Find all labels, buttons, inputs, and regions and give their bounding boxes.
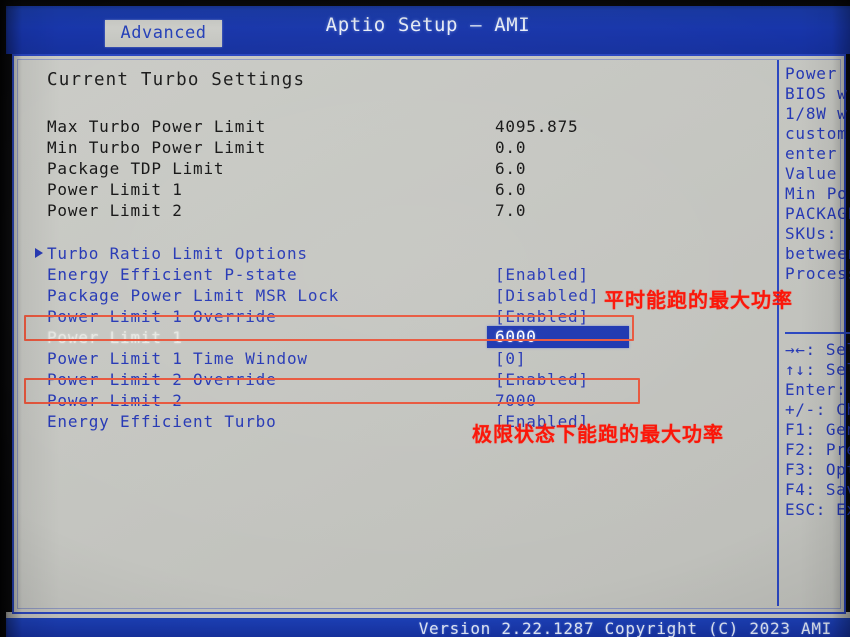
info-row-package-tdp-limit: Package TDP Limit 6.0 [34,159,774,180]
section-title: Current Turbo Settings [47,70,306,90]
submenu-arrow-icon [35,248,43,258]
info-value: 7.0 [495,201,527,220]
option-row-turbo-ratio-limit-options[interactable]: Turbo Ratio Limit Options [34,244,774,265]
help-line: Process [785,264,850,283]
info-row-min-turbo-power-limit: Min Turbo Power Limit 0.0 [34,138,774,159]
info-row-power-limit-1: Power Limit 1 6.0 [34,180,774,201]
info-value: 6.0 [495,180,527,199]
help-line: Value [785,164,838,183]
info-label: Power Limit 1 [47,180,183,199]
annotation-text-power-limit-1: 平时能跑的最大功率 [604,288,793,312]
help-panel: Power BIOS w 1/8W w custom enter Value M… [785,64,850,284]
key-hint-change-opt: +/-: Ch [785,400,850,419]
key-hints-panel: →←: Sel ↑↓: Sel Enter: +/-: Ch F1: Gen F… [785,340,850,520]
key-hint-f4-save-exit: F4: Sav [785,480,850,499]
help-line: custom [785,124,848,143]
info-label: Max Turbo Power Limit [47,117,267,136]
key-hint-f1-general-help: F1: Gen [785,420,850,439]
key-hint-f3-optimized-defaults: F3: Opt [785,460,850,479]
help-line: 1/8W w [785,104,848,123]
option-label: Power Limit 1 Time Window [47,349,308,368]
option-label: Turbo Ratio Limit Options [47,244,308,263]
annotation-box-power-limit-2 [24,378,640,404]
footer-bar: Version 2.22.1287 Copyright (C) 2023 AMI [6,618,850,637]
option-value: [Enabled] [495,265,589,284]
help-line: Power [785,64,838,83]
help-panel-divider [777,60,779,606]
info-value: 6.0 [495,159,527,178]
option-label: Energy Efficient Turbo [47,412,277,431]
help-line: between [785,244,850,263]
tab-advanced[interactable]: Advanced [105,20,222,47]
info-value: 4095.875 [495,117,579,136]
key-hint-f2-previous-values: F2: Pre [785,440,850,459]
bios-screen-photo: Aptio Setup – AMI Advanced Current Turbo… [0,0,850,637]
annotation-box-power-limit-1 [24,315,634,341]
help-line: enter [785,144,838,163]
info-row-power-limit-2: Power Limit 2 7.0 [34,201,774,222]
help-line: SKUs: [785,224,838,243]
info-label: Min Turbo Power Limit [47,138,267,157]
option-label: Energy Efficient P-state [47,265,298,284]
help-key-separator [785,332,850,334]
info-label: Power Limit 2 [47,201,183,220]
info-value: 0.0 [495,138,527,157]
option-row-energy-efficient-p-state[interactable]: Energy Efficient P-state [Enabled] [34,265,774,286]
help-line: PACKAGE [785,204,850,223]
help-line: Min Po [785,184,848,203]
key-hint-enter-select: Enter: [785,380,847,399]
info-label: Package TDP Limit [47,159,225,178]
version-text: Version 2.22.1287 Copyright (C) 2023 AMI [418,619,832,637]
option-value: [0] [495,349,527,368]
key-hint-select-screen: →←: Sel [785,340,850,359]
help-line: BIOS w [785,84,848,103]
key-hint-select-item: ↑↓: Sel [785,360,850,379]
annotation-text-power-limit-2: 极限状态下能跑的最大功率 [472,422,724,446]
option-value: [Disabled] [495,286,600,305]
option-row-power-limit-1-time-window[interactable]: Power Limit 1 Time Window [0] [34,349,774,370]
info-row-max-turbo-power-limit: Max Turbo Power Limit 4095.875 [34,117,774,138]
option-label: Package Power Limit MSR Lock [47,286,340,305]
key-hint-esc-exit: ESC: Ex [785,500,850,519]
